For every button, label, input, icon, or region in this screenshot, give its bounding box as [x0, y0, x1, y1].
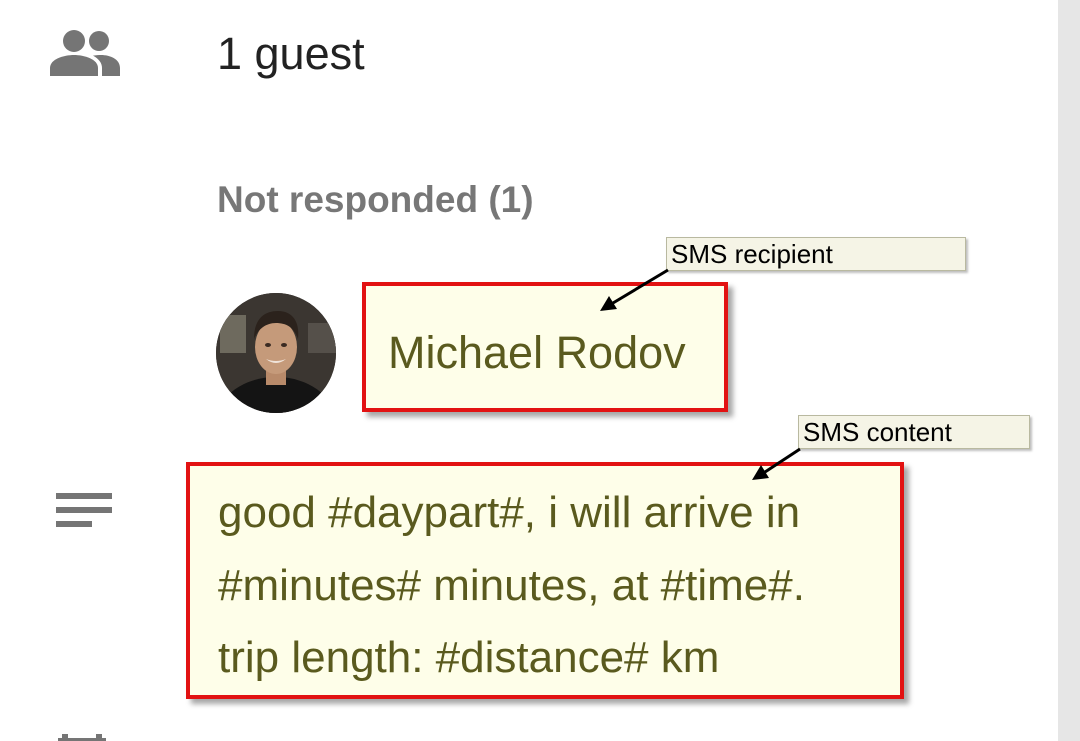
sms-content-callout: SMS content: [798, 415, 1030, 449]
rsvp-status-heading: Not responded (1): [217, 179, 534, 220]
guest-name[interactable]: Michael Rodov: [388, 326, 686, 380]
guest-count: 1 guest: [217, 28, 365, 79]
sms-recipient-highlight: Michael Rodov: [362, 282, 728, 412]
sms-content-highlight: good #daypart#, i will arrive in #minute…: [186, 462, 904, 699]
sms-recipient-callout: SMS recipient: [666, 237, 966, 271]
avatar-photo: [216, 293, 336, 413]
calendar-icon: [58, 734, 106, 741]
scrollbar-track[interactable]: [1058, 0, 1080, 741]
people-icon: [50, 30, 120, 76]
description-line: trip length: #distance# km: [218, 633, 720, 682]
description-line: good #daypart#, i will arrive in: [218, 488, 801, 537]
description-line: #minutes# minutes, at #time#.: [218, 561, 805, 610]
avatar[interactable]: [216, 293, 336, 413]
notes-icon: [56, 493, 112, 527]
